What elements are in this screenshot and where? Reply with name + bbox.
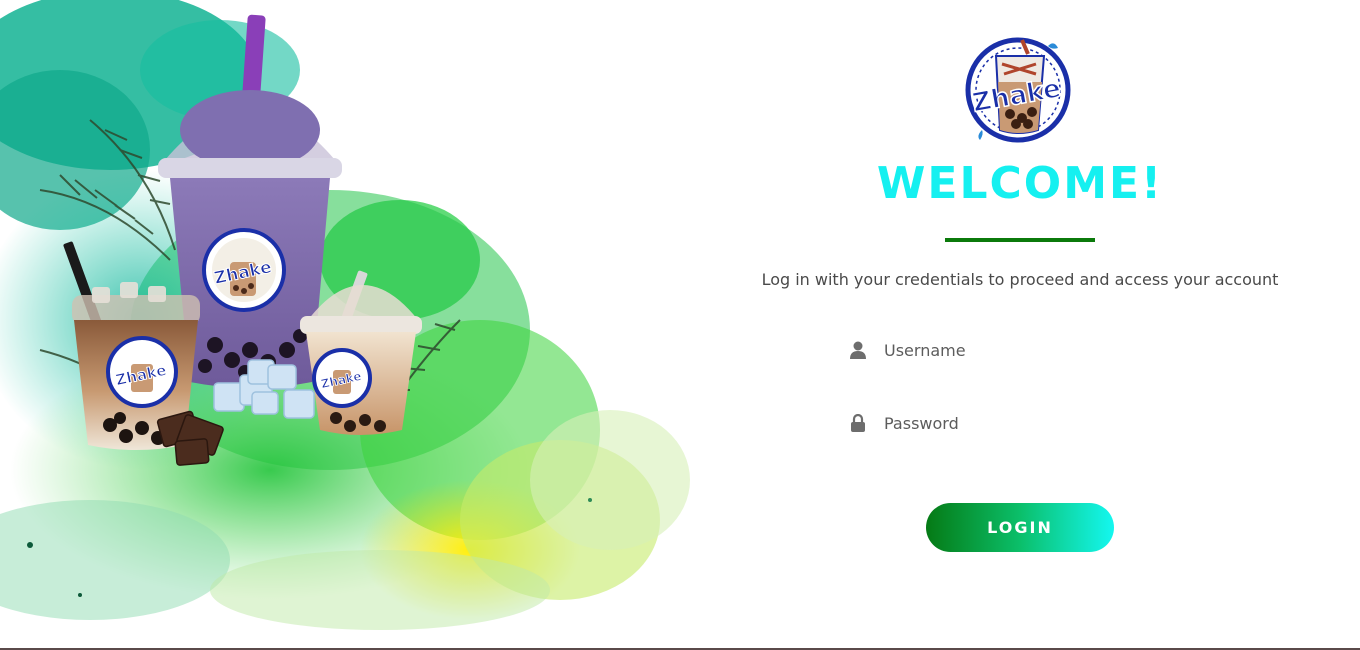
username-field xyxy=(848,332,1178,368)
user-icon xyxy=(848,340,868,360)
login-panel: Zhake WELCOME! Log in with your credenti… xyxy=(690,0,1360,630)
lock-icon xyxy=(848,413,868,433)
login-subtitle: Log in with your credentials to proceed … xyxy=(761,270,1279,289)
heading-divider xyxy=(945,238,1095,242)
password-field xyxy=(848,405,1178,441)
hero-illustration: Zhake Zhake Zhake xyxy=(0,0,690,630)
username-input[interactable] xyxy=(884,340,1164,360)
login-button[interactable]: LOGIN xyxy=(926,503,1114,552)
welcome-heading: WELCOME! xyxy=(876,158,1164,209)
brand-logo: Zhake xyxy=(952,34,1084,146)
password-input[interactable] xyxy=(884,413,1164,433)
login-page: Zhake Zhake Zhake Zhake WELCOME! Log in … xyxy=(0,0,1360,650)
